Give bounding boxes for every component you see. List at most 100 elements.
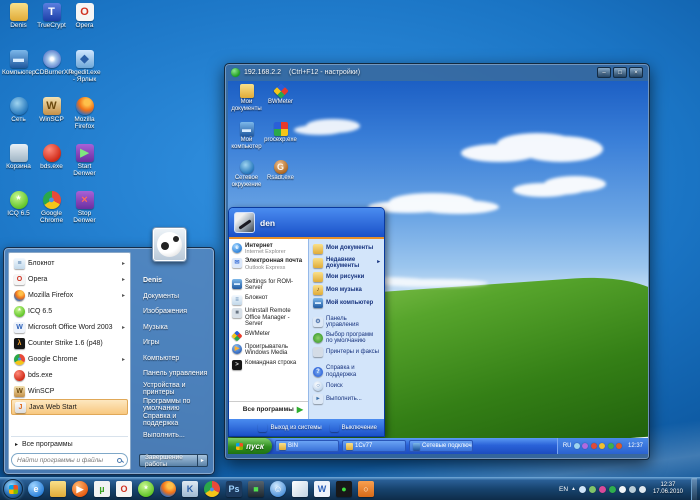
xp-logoff-button[interactable]: Выход из системы bbox=[258, 423, 321, 432]
maximize-button[interactable]: □ bbox=[613, 67, 627, 78]
desktop-icon-firefox[interactable]: Mozilla Firefox bbox=[68, 97, 101, 144]
xp-tray-blue-icon[interactable] bbox=[574, 443, 580, 449]
taskbar-icon-key-app[interactable] bbox=[182, 481, 198, 497]
start-orb-button[interactable] bbox=[3, 479, 23, 499]
xp-menu-cmd[interactable]: Командная строка bbox=[229, 358, 308, 371]
start-menu-item-firefox[interactable]: Mozilla Firefox ▸ bbox=[11, 287, 128, 303]
start-menu-item-opera[interactable]: Opera ▸ bbox=[11, 271, 128, 287]
user-avatar[interactable] bbox=[152, 227, 187, 262]
tray-network-icon[interactable] bbox=[629, 486, 636, 493]
taskbar-icon-internet-explorer[interactable] bbox=[28, 481, 44, 497]
start-menu-place-computer[interactable]: Компьютер bbox=[139, 351, 208, 367]
xp-place-my-music[interactable]: Моя музыка ▸ bbox=[311, 284, 382, 297]
desktop-icon-computer[interactable]: Компьютер bbox=[2, 50, 35, 97]
hidden-icons-arrow[interactable]: ▲ bbox=[571, 486, 576, 492]
xp-place-default-programs[interactable]: Выбор программ по умолчанию ▸ bbox=[311, 330, 382, 346]
shutdown-button[interactable]: Завершение работы bbox=[139, 454, 198, 467]
taskbar-icon-icq[interactable] bbox=[138, 481, 154, 497]
xp-menu-email[interactable]: Электронная почта Outlook Express bbox=[229, 257, 308, 273]
desktop-icon-stop-denwer[interactable]: Stop Denwer bbox=[68, 191, 101, 238]
taskbar-icon-downloader[interactable] bbox=[358, 481, 374, 497]
taskbar-icon-photoshop[interactable] bbox=[226, 481, 242, 497]
shutdown-options-arrow[interactable]: ▸ bbox=[198, 454, 208, 467]
xp-place-run[interactable]: Выполнить... ▸ bbox=[311, 392, 382, 405]
start-menu-item-bds[interactable]: bds.exe ▸ bbox=[11, 367, 128, 383]
taskbar-icon-radmin-server[interactable] bbox=[336, 481, 352, 497]
clock[interactable]: 12:37 17.06.2010 bbox=[653, 482, 683, 497]
start-menu-item-notepad[interactable]: Блокнот ▸ bbox=[11, 255, 128, 271]
start-menu-item-chrome[interactable]: Google Chrome ▸ bbox=[11, 351, 128, 367]
xp-icon-bwmeter[interactable]: BWMeter bbox=[262, 84, 299, 122]
xp-place-printers[interactable]: Принтеры и факсы ▸ bbox=[311, 346, 382, 359]
tray-action-center-flag-icon[interactable] bbox=[619, 486, 626, 493]
start-menu-place-documents[interactable]: Документы bbox=[139, 289, 208, 305]
start-menu-item-counter-strike[interactable]: Counter Strike 1.6 (p48) ▸ bbox=[11, 335, 128, 351]
xp-all-programs-button[interactable]: Все программы ▶ bbox=[229, 401, 308, 417]
desktop-icon-recycle-bin[interactable]: Корзина bbox=[2, 144, 35, 191]
desktop-icon-cdburnerxp[interactable]: CDBurnerXP bbox=[35, 50, 68, 97]
xp-place-my-documents[interactable]: Мои документы ▸ bbox=[311, 242, 382, 255]
xp-place-my-pictures[interactable]: Мои рисунки ▸ bbox=[311, 271, 382, 284]
tray-antivirus-icon[interactable] bbox=[609, 486, 616, 493]
xp-menu-internet[interactable]: Интернет Internet Explorer bbox=[229, 241, 308, 257]
xp-menu-notepad[interactable]: Блокнот bbox=[229, 293, 308, 306]
start-menu-place-run[interactable]: Выполнить... bbox=[139, 428, 208, 444]
xp-tray-status-icon[interactable] bbox=[599, 443, 605, 449]
xp-tray-green-icon[interactable] bbox=[608, 443, 614, 449]
window-titlebar[interactable]: 192.168.2.2 (Ctrl+F12 - настройки) –□× bbox=[225, 64, 649, 81]
desktop-icon-network[interactable]: Сеть bbox=[2, 97, 35, 144]
desktop-icon-chrome[interactable]: Google Chrome bbox=[35, 191, 68, 238]
xp-task-bin[interactable]: BIN bbox=[275, 440, 339, 452]
xp-clock[interactable]: 12:37 bbox=[628, 443, 643, 449]
xp-icon-procexp[interactable]: procexp.exe bbox=[262, 122, 299, 160]
xp-tray-volume-icon[interactable] bbox=[616, 443, 622, 449]
xp-icon-my-documents[interactable]: Мои документы bbox=[231, 84, 262, 122]
search-input[interactable] bbox=[17, 457, 117, 464]
start-menu-place-pictures[interactable]: Изображения bbox=[139, 304, 208, 320]
xp-menu-bwmeter[interactable]: BWMeter bbox=[229, 329, 308, 342]
xp-task-1cv77[interactable]: 1Cv77 bbox=[342, 440, 406, 452]
taskbar-icon-media-player[interactable] bbox=[72, 481, 88, 497]
show-desktop-button[interactable] bbox=[691, 478, 697, 500]
xp-menu-rom-server-settings[interactable]: Settings for ROM-Server bbox=[229, 277, 308, 293]
desktop-icon-winscp[interactable]: WinSCP bbox=[35, 97, 68, 144]
xp-icon-rsadt[interactable]: Rsadt.exe bbox=[262, 160, 299, 198]
xp-task-network-connections[interactable]: Сетевые подключе... bbox=[409, 440, 473, 452]
xp-place-control-panel[interactable]: Панель управления ▸ bbox=[311, 315, 382, 331]
xp-place-recent-documents[interactable]: Недавние документы ▸ bbox=[311, 255, 382, 271]
xp-icon-network-places[interactable]: Сетевое окружение bbox=[231, 160, 262, 198]
desktop-icon-regedit[interactable]: regedit.exe - Ярлык bbox=[68, 50, 101, 97]
taskbar-icon-word[interactable] bbox=[314, 481, 330, 497]
tray-pen-icon[interactable] bbox=[599, 486, 606, 493]
taskbar-icon-messenger[interactable] bbox=[270, 481, 286, 497]
start-menu-item-icq[interactable]: ICQ 6.5 ▸ bbox=[11, 303, 128, 319]
tray-sync-icon[interactable] bbox=[589, 486, 596, 493]
start-menu-place-help[interactable]: Справка и поддержка bbox=[139, 413, 208, 429]
desktop-icon-opera[interactable]: Opera bbox=[68, 3, 101, 50]
start-menu-item-winscp[interactable]: WinSCP ▸ bbox=[11, 383, 128, 399]
all-programs-button[interactable]: ▸ Все программы bbox=[11, 436, 128, 451]
xp-shutdown-button[interactable]: Выключение bbox=[330, 423, 377, 432]
desktop-icon-truecrypt[interactable]: TrueCrypt bbox=[35, 3, 68, 50]
xp-place-help[interactable]: Справка и поддержка ▸ bbox=[311, 364, 382, 380]
start-menu-place-user[interactable]: Denis bbox=[139, 273, 208, 289]
xp-start-button[interactable]: пуск bbox=[228, 438, 272, 454]
taskbar-icon-firefox[interactable] bbox=[160, 481, 176, 497]
start-menu-place-default-programs[interactable]: Программы по умолчанию bbox=[139, 397, 208, 413]
xp-remote-screen[interactable]: Мои документы BWMeter Мой компьютер proc… bbox=[228, 81, 648, 454]
desktop-icon-start-denwer[interactable]: Start Denwer bbox=[68, 144, 101, 191]
xp-tray-red-icon[interactable] bbox=[591, 443, 597, 449]
start-menu-place-music[interactable]: Музыка bbox=[139, 320, 208, 336]
start-menu-place-control-panel[interactable]: Панель управления bbox=[139, 366, 208, 382]
minimize-button[interactable]: – bbox=[597, 67, 611, 78]
taskbar-icon-remote-screen[interactable] bbox=[248, 481, 264, 497]
desktop-icon-icq[interactable]: ICQ 6.5 bbox=[2, 191, 35, 238]
xp-icon-my-computer[interactable]: Мой компьютер bbox=[231, 122, 262, 160]
tray-volume-icon[interactable] bbox=[639, 486, 646, 493]
start-menu-place-games[interactable]: Игры bbox=[139, 335, 208, 351]
taskbar-icon-chrome[interactable] bbox=[204, 481, 220, 497]
xp-place-my-computer[interactable]: Мой компьютер ▸ bbox=[311, 297, 382, 310]
taskbar-icon-notes-app[interactable] bbox=[292, 481, 308, 497]
language-indicator[interactable]: EN bbox=[559, 486, 568, 493]
taskbar-icon-utorrent[interactable] bbox=[94, 481, 110, 497]
